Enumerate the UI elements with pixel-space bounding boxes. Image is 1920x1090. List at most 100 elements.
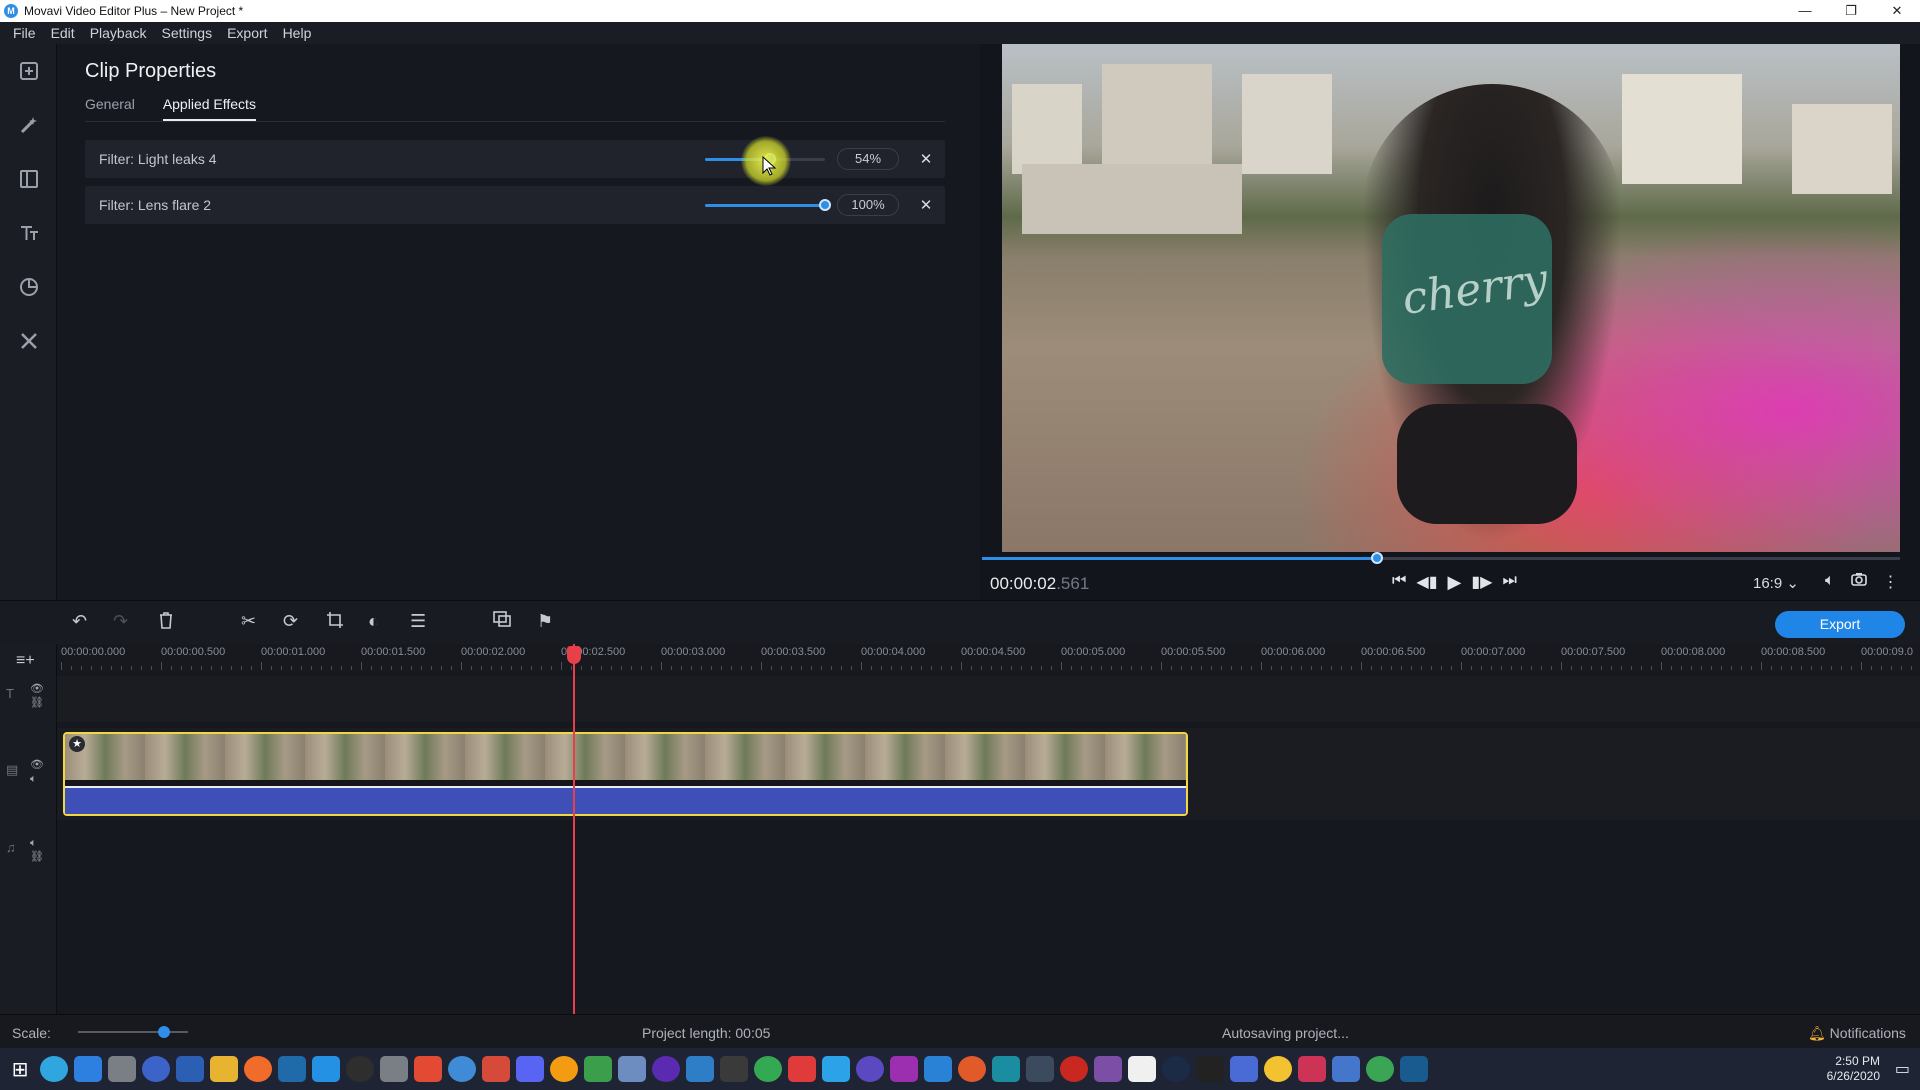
menu-settings[interactable]: Settings <box>162 25 213 41</box>
title-track[interactable] <box>57 676 1920 722</box>
taskbar-app-icon[interactable] <box>142 1056 170 1082</box>
menu-file[interactable]: File <box>13 25 36 41</box>
menu-export[interactable]: Export <box>227 25 267 41</box>
taskbar-app-icon[interactable] <box>210 1056 238 1082</box>
redo-icon[interactable]: ↷ <box>113 611 128 632</box>
transitions-icon[interactable] <box>0 152 57 206</box>
taskbar-app-icon[interactable] <box>1298 1056 1326 1082</box>
taskbar-app-icon[interactable] <box>890 1056 918 1082</box>
taskbar-app-icon[interactable] <box>1400 1056 1428 1082</box>
taskbar-app-icon[interactable] <box>448 1056 476 1082</box>
video-track-controls[interactable]: 👁︎ 🔈︎ <box>30 758 44 786</box>
effect-intensity-slider[interactable] <box>705 198 831 211</box>
next-frame-icon[interactable]: ▮▶ <box>1471 572 1492 593</box>
taskbar-app-icon[interactable] <box>278 1056 306 1082</box>
titles-icon[interactable] <box>0 206 57 260</box>
taskbar-app-icon[interactable] <box>924 1056 952 1082</box>
taskbar-app-icon[interactable] <box>176 1056 204 1082</box>
add-track-icon[interactable]: ≡+ <box>16 652 35 670</box>
timeline-ruler[interactable]: 00:00:00.000 00:00:00.500 00:00:01.000 00:0… <box>57 644 1920 670</box>
menu-playback[interactable]: Playback <box>90 25 147 41</box>
taskbar-app-icon[interactable] <box>618 1056 646 1082</box>
system-tray-clock[interactable]: 2:50 PM 6/26/2020 <box>1827 1054 1880 1084</box>
taskbar-app-icon[interactable] <box>788 1056 816 1082</box>
close-window-button[interactable]: ✕ <box>1874 0 1920 22</box>
more-options-icon[interactable]: ⋮ <box>1883 572 1899 592</box>
slider-knob[interactable] <box>819 198 831 211</box>
title-track-controls[interactable]: 👁︎ ⛓︎ <box>30 682 44 710</box>
music-track-controls[interactable]: 🔈︎ ⛓︎ <box>30 836 44 864</box>
overlay-icon[interactable] <box>493 611 511 632</box>
previous-frame-icon[interactable]: ◀▮ <box>1416 572 1437 593</box>
taskbar-app-icon[interactable] <box>312 1056 340 1082</box>
taskbar-app-icon[interactable] <box>1230 1056 1258 1082</box>
playhead[interactable] <box>567 644 581 1014</box>
delete-icon[interactable] <box>158 611 174 634</box>
windows-start-icon[interactable]: ⊞ <box>0 1057 40 1082</box>
snapshot-icon[interactable] <box>1850 572 1867 592</box>
volume-icon[interactable]: 🔈︎ <box>1825 572 1835 592</box>
taskbar-app-icon[interactable] <box>754 1056 782 1082</box>
video-clip[interactable]: ★ <box>63 732 1188 816</box>
taskbar-app-icon[interactable] <box>108 1056 136 1082</box>
taskbar-app-icon[interactable] <box>1196 1056 1224 1082</box>
taskbar-app-icon[interactable] <box>1128 1056 1156 1082</box>
taskbar-app-icon[interactable] <box>1094 1056 1122 1082</box>
taskbar-app-icon[interactable] <box>1162 1056 1190 1082</box>
menu-edit[interactable]: Edit <box>51 25 75 41</box>
audio-track[interactable] <box>57 826 1920 1014</box>
tab-applied-effects[interactable]: Applied Effects <box>162 96 256 121</box>
minimize-button[interactable]: — <box>1782 0 1828 22</box>
taskbar-app-icon[interactable] <box>1366 1056 1394 1082</box>
taskbar-app-icon[interactable] <box>856 1056 884 1082</box>
skip-to-end-icon[interactable]: ⏭ <box>1502 572 1516 593</box>
taskbar-app-icon[interactable] <box>244 1056 272 1082</box>
play-icon[interactable]: ▶ <box>1448 572 1462 593</box>
restore-button[interactable]: ❐ <box>1828 0 1874 22</box>
notifications-button[interactable]: 🔔︎ Notifications <box>1808 1025 1906 1042</box>
effect-value[interactable]: 54% <box>837 148 899 170</box>
split-clip-icon[interactable]: ✂ <box>241 611 256 632</box>
magic-wand-icon[interactable] <box>0 98 57 152</box>
rotate-icon[interactable]: ⟳ <box>283 611 298 632</box>
crop-icon[interactable] <box>326 611 344 634</box>
tab-general[interactable]: General <box>85 96 135 121</box>
timeline-scale-slider[interactable] <box>78 1026 188 1038</box>
taskbar-app-icon[interactable] <box>1332 1056 1360 1082</box>
export-button[interactable]: Export <box>1775 611 1905 638</box>
taskbar-app-icon[interactable] <box>346 1056 374 1082</box>
taskbar-app-icon[interactable] <box>822 1056 850 1082</box>
taskbar-app-icon[interactable] <box>414 1056 442 1082</box>
taskbar-app-icon[interactable] <box>720 1056 748 1082</box>
more-tools-icon[interactable] <box>0 314 57 368</box>
remove-effect-icon[interactable]: ✕ <box>915 150 937 168</box>
video-preview[interactable]: cherry <box>1002 44 1900 552</box>
taskbar-app-icon[interactable] <box>380 1056 408 1082</box>
skip-to-start-icon[interactable]: ⏮ <box>1392 572 1406 593</box>
aspect-ratio-dropdown[interactable]: 16:9 ⌄ <box>1753 574 1799 592</box>
undo-icon[interactable]: ↶ <box>72 611 87 632</box>
effect-value[interactable]: 100% <box>837 194 899 216</box>
scale-knob[interactable] <box>158 1026 170 1038</box>
taskbar-app-icon[interactable] <box>992 1056 1020 1082</box>
taskbar-app-icon[interactable] <box>958 1056 986 1082</box>
remove-effect-icon[interactable]: ✕ <box>915 196 937 214</box>
taskbar-app-icon[interactable] <box>40 1056 68 1082</box>
playhead-handle[interactable] <box>567 646 581 664</box>
import-icon[interactable] <box>0 44 57 98</box>
marker-icon[interactable]: ⚑ <box>537 611 553 632</box>
clip-properties-icon[interactable]: ☰ <box>410 611 426 632</box>
taskbar-app-icon[interactable] <box>1264 1056 1292 1082</box>
taskbar-app-icon[interactable] <box>482 1056 510 1082</box>
preview-scrubber[interactable] <box>982 552 1900 564</box>
menu-help[interactable]: Help <box>283 25 312 41</box>
stickers-icon[interactable] <box>0 260 57 314</box>
taskbar-app-icon[interactable] <box>584 1056 612 1082</box>
taskbar-app-icon[interactable] <box>652 1056 680 1082</box>
notification-center-icon[interactable]: ▭ <box>1895 1059 1910 1079</box>
taskbar-app-icon[interactable] <box>1060 1056 1088 1082</box>
scrubber-knob[interactable] <box>1370 552 1383 564</box>
taskbar-app-icon[interactable] <box>550 1056 578 1082</box>
taskbar-app-icon[interactable] <box>74 1056 102 1082</box>
taskbar-app-icon[interactable] <box>516 1056 544 1082</box>
